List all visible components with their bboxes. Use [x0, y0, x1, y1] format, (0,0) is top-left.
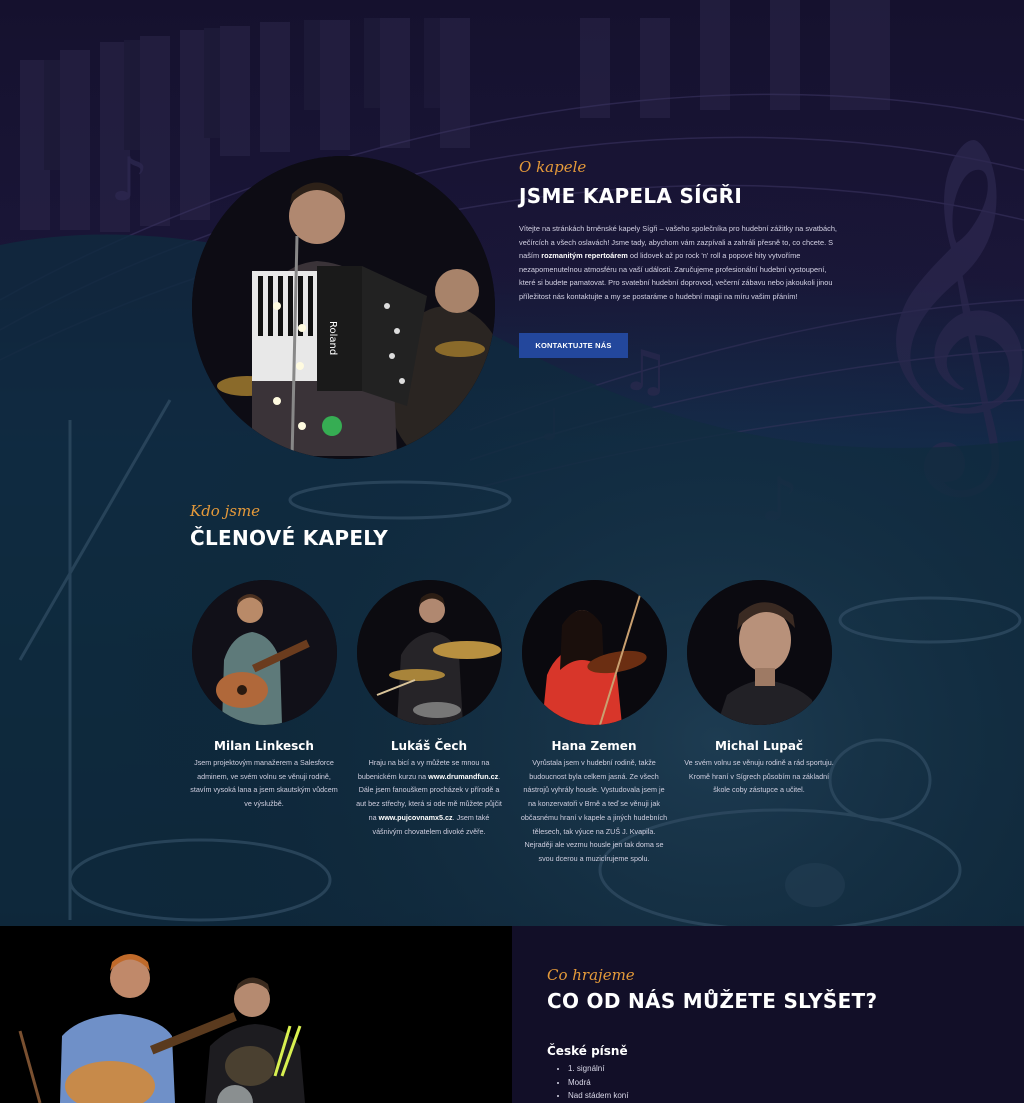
list-item: Nad stádem koní: [568, 1089, 628, 1103]
violinist-image: [521, 580, 667, 725]
drumandfun-link[interactable]: www.drumandfun.cz: [428, 772, 498, 781]
about-section: O kapele JSME KAPELA SÍGŘI Vítejte na st…: [519, 158, 839, 303]
member-bio: Hraju na bicí a vy můžete se mnou na bub…: [354, 756, 504, 838]
about-description: Vítejte na stránkách brněnské kapely Síg…: [519, 222, 839, 303]
song-list: 1. signální Modrá Nad stádem koní: [568, 1062, 628, 1103]
members-title: ČLENOVÉ KAPELY: [190, 526, 388, 550]
repertoire-title: CO OD NÁS MŮŽETE SLYŠET?: [547, 989, 878, 1013]
member-photo: [356, 580, 502, 725]
michal-portrait-image: [686, 580, 832, 725]
member-photo: [686, 580, 832, 725]
svg-text:Roland: Roland: [327, 321, 338, 355]
member-bio: Vyrůstala jsem v hudební rodině, takže b…: [520, 758, 668, 863]
member-card: Hana Zemen Vyrůstala jsem v hudební rodi…: [519, 580, 669, 866]
accordion-player-image: Roland: [192, 156, 495, 459]
about-eyebrow: O kapele: [519, 158, 587, 176]
band-group-image: [0, 926, 512, 1103]
member-name: Hana Zemen: [551, 739, 637, 753]
member-card: Milan Linkesch Jsem projektovým manažere…: [189, 580, 339, 811]
drummer-image: [356, 580, 502, 725]
member-photo: [521, 580, 667, 725]
member-card: Lukáš Čech Hraju na bicí a vy můžete se …: [354, 580, 504, 838]
member-bio: Ve svém volnu se věnuju rodině a rád spo…: [684, 758, 834, 795]
pujcovnamx5-link[interactable]: www.pujcovnamx5.cz: [379, 813, 453, 822]
member-bio: Jsem projektovým manažerem a Salesforce …: [190, 758, 338, 809]
member-name: Michal Lupač: [714, 739, 804, 753]
members-eyebrow: Kdo jsme: [190, 502, 261, 520]
list-item: Modrá: [568, 1076, 628, 1090]
member-name: Lukáš Čech: [390, 739, 468, 753]
about-text-bold: rozmanitým repertoárem: [541, 251, 628, 260]
guitarist-image: [191, 580, 337, 725]
repertoire-eyebrow: Co hrajeme: [547, 966, 635, 984]
member-card: Michal Lupač Ve svém volnu se věnuju rod…: [684, 580, 834, 797]
background-decoration: 𝄞 ♪ ♫ ♪ ♩: [0, 0, 1024, 926]
about-title: JSME KAPELA SÍGŘI: [519, 184, 743, 208]
list-item: 1. signální: [568, 1062, 628, 1076]
members-heading: Kdo jsme ČLENOVÉ KAPELY: [190, 502, 388, 550]
member-name: Milan Linkesch: [214, 739, 314, 753]
band-photo-accordion: Roland: [192, 156, 495, 459]
contact-us-button[interactable]: KONTAKTUJTE NÁS: [519, 333, 628, 358]
member-photo: [191, 580, 337, 725]
czech-songs-title: České písně: [547, 1044, 628, 1058]
repertoire-heading: Co hrajeme CO OD NÁS MŮŽETE SLYŠET?: [547, 966, 877, 1013]
band-photo-group: [0, 926, 512, 1103]
hero-section: 𝄞 ♪ ♫ ♪ ♩: [0, 0, 1024, 926]
